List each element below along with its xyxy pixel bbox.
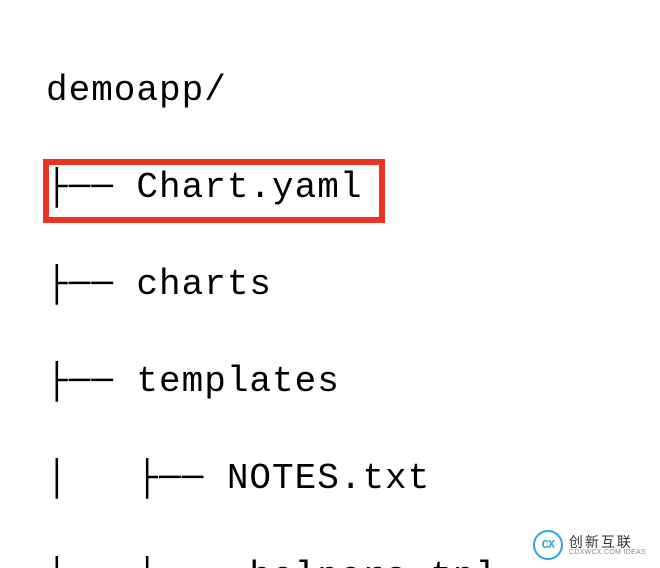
watermark-cn: 创新互联	[569, 535, 646, 549]
tree-item-chart-yaml: ├── Chart.yaml	[46, 164, 660, 213]
watermark-en: CDXWCX.COM IDEAS	[569, 549, 646, 556]
tree-item-templates: ├── templates	[46, 358, 660, 407]
directory-tree: demoapp/ ├── Chart.yaml ├── charts ├── t…	[0, 0, 660, 568]
watermark: CX 创新互联 CDXWCX.COM IDEAS	[531, 528, 652, 562]
tree-item-notes-txt: │ ├── NOTES.txt	[46, 455, 660, 504]
tree-item-charts: ├── charts	[46, 261, 660, 310]
watermark-text: 创新互联 CDXWCX.COM IDEAS	[569, 535, 646, 556]
tree-root: demoapp/	[46, 67, 660, 116]
watermark-logo-icon: CX	[533, 530, 563, 560]
